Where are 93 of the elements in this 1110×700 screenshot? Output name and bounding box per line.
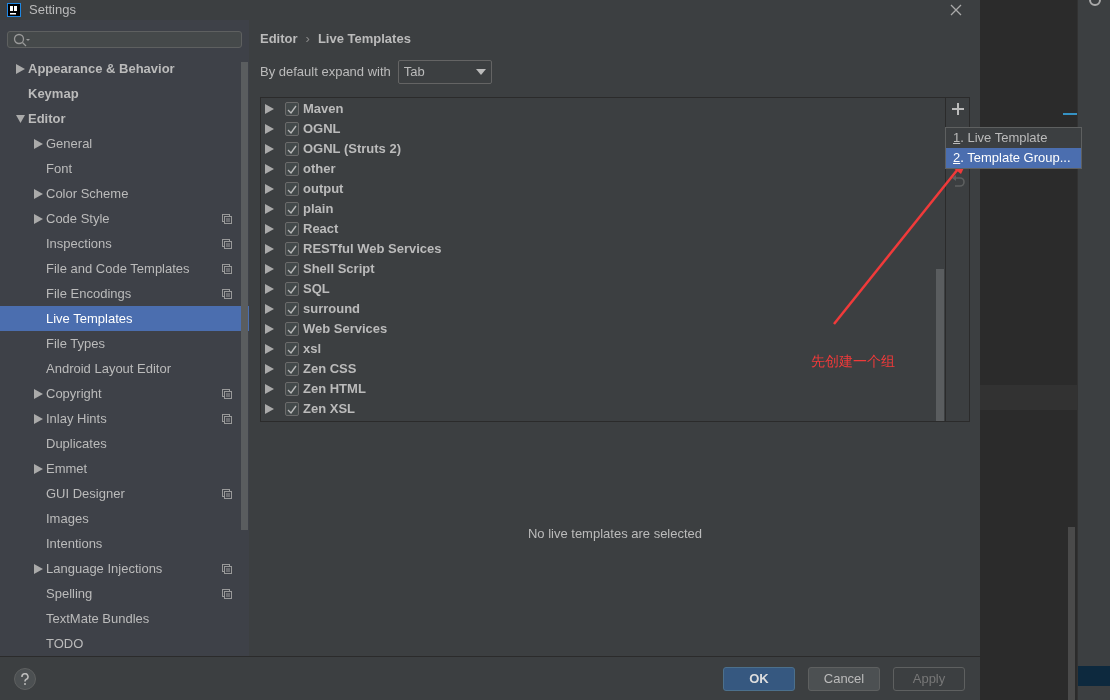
collapsed-arrow-icon[interactable] bbox=[33, 563, 43, 574]
checkbox[interactable] bbox=[285, 142, 299, 156]
template-group-label: plain bbox=[303, 200, 334, 219]
template-group-label: Zen HTML bbox=[303, 380, 366, 399]
search-field[interactable] bbox=[7, 31, 242, 48]
collapsed-arrow-icon[interactable] bbox=[33, 138, 43, 149]
sidebar-item[interactable]: Spelling bbox=[0, 581, 249, 606]
template-group-label: OGNL (Struts 2) bbox=[303, 140, 401, 159]
collapsed-arrow-icon[interactable] bbox=[15, 63, 25, 74]
template-group-label: SQL bbox=[303, 280, 330, 299]
checkbox[interactable] bbox=[285, 282, 299, 296]
collapsed-arrow-icon[interactable] bbox=[33, 388, 43, 399]
empty-message: No live templates are selected bbox=[527, 525, 703, 544]
breadcrumb-item[interactable]: Editor bbox=[260, 29, 298, 49]
sidebar-item[interactable]: Android Layout Editor bbox=[0, 356, 249, 381]
dropdown-caret-icon bbox=[475, 69, 486, 75]
sidebar-item[interactable]: TODO bbox=[0, 631, 249, 656]
checkbox[interactable] bbox=[285, 362, 299, 376]
sidebar-item[interactable]: Editor bbox=[0, 106, 249, 131]
sidebar-item[interactable]: General bbox=[0, 131, 249, 156]
checkbox[interactable] bbox=[285, 342, 299, 356]
template-group-label: Maven bbox=[303, 100, 344, 119]
collapsed-arrow-icon[interactable] bbox=[33, 188, 43, 199]
sidebar-item[interactable]: Emmet bbox=[0, 456, 249, 481]
sidebar-item[interactable]: Images bbox=[0, 506, 249, 531]
sidebar-item[interactable]: Font bbox=[0, 156, 249, 181]
checkbox[interactable] bbox=[285, 122, 299, 136]
search-icon bbox=[13, 32, 31, 47]
add-icon[interactable] bbox=[951, 103, 964, 115]
dialog-button[interactable]: Cancel bbox=[808, 666, 880, 691]
expand-with-dropdown[interactable]: Tab bbox=[397, 60, 492, 84]
checkbox[interactable] bbox=[285, 402, 299, 416]
help-button[interactable] bbox=[14, 667, 36, 690]
undo-icon[interactable] bbox=[950, 175, 965, 189]
checkbox[interactable] bbox=[285, 162, 299, 176]
expand-with-label: By default expand with bbox=[260, 63, 391, 82]
app-logo-icon bbox=[7, 3, 21, 17]
menu-item[interactable]: 2. Template Group... bbox=[946, 148, 1081, 168]
sidebar-item[interactable]: Inspections bbox=[0, 231, 249, 256]
refresh-icon[interactable] bbox=[1088, 0, 1102, 8]
checkbox[interactable] bbox=[285, 302, 299, 316]
close-button[interactable] bbox=[948, 2, 964, 18]
template-group-label: output bbox=[303, 180, 344, 199]
sidebar-item[interactable]: Intentions bbox=[0, 531, 249, 556]
sidebar-item[interactable]: Color Scheme bbox=[0, 181, 249, 206]
collapsed-arrow-icon[interactable] bbox=[33, 213, 43, 224]
template-group-label: surround bbox=[303, 300, 361, 319]
template-group-label: RESTful Web Services bbox=[303, 240, 442, 259]
sidebar-item[interactable]: File Types bbox=[0, 331, 249, 356]
dialog-button[interactable]: OK bbox=[723, 666, 795, 691]
checkbox[interactable] bbox=[285, 202, 299, 216]
sidebar-item[interactable]: File Encodings bbox=[0, 281, 249, 306]
sidebar-item[interactable]: Language Injections bbox=[0, 556, 249, 581]
window-title: Settings bbox=[29, 1, 76, 20]
template-group-label: Zen XSL bbox=[303, 400, 355, 419]
annotation-text: 先创建一个组 bbox=[811, 352, 895, 371]
marker-line bbox=[1063, 113, 1077, 115]
checkbox[interactable] bbox=[285, 262, 299, 276]
template-group-label: Shell Script bbox=[303, 260, 375, 279]
template-group-label: Zen CSS bbox=[303, 360, 357, 379]
sidebar-item[interactable]: Keymap bbox=[0, 81, 249, 106]
expanded-arrow-icon[interactable] bbox=[15, 113, 25, 124]
template-group-label: OGNL bbox=[303, 120, 341, 139]
menu-item[interactable]: 1. Live Template bbox=[946, 128, 1081, 148]
checkbox[interactable] bbox=[285, 182, 299, 196]
checkbox[interactable] bbox=[285, 222, 299, 236]
sidebar-item[interactable]: Inlay Hints bbox=[0, 406, 249, 431]
sidebar-item[interactable]: File and Code Templates bbox=[0, 256, 249, 281]
sidebar-scrollbar[interactable] bbox=[241, 62, 248, 530]
checkbox[interactable] bbox=[285, 322, 299, 336]
sidebar-item[interactable]: TextMate Bundles bbox=[0, 606, 249, 631]
sidebar-item[interactable]: GUI Designer bbox=[0, 481, 249, 506]
template-group-label: other bbox=[303, 160, 336, 179]
help-icon bbox=[20, 672, 30, 685]
list-scrollbar[interactable] bbox=[936, 269, 944, 421]
sidebar-item[interactable]: Code Style bbox=[0, 206, 249, 231]
breadcrumb-separator: › bbox=[305, 30, 310, 49]
collapsed-arrow-icon[interactable] bbox=[33, 463, 43, 474]
sidebar-item[interactable]: Live Templates bbox=[0, 306, 249, 331]
template-group-label: Web Services bbox=[303, 320, 388, 339]
status-highlight bbox=[1078, 666, 1110, 686]
checkbox[interactable] bbox=[285, 102, 299, 116]
template-group-label: React bbox=[303, 220, 339, 239]
checkbox[interactable] bbox=[285, 382, 299, 396]
checkbox[interactable] bbox=[285, 242, 299, 256]
breadcrumb-item: Live Templates bbox=[317, 30, 411, 49]
close-icon bbox=[950, 4, 962, 16]
sidebar-item[interactable]: Copyright bbox=[0, 381, 249, 406]
sidebar-item[interactable]: Duplicates bbox=[0, 431, 249, 456]
template-group-label: xsl bbox=[303, 340, 322, 359]
sidebar-item[interactable]: Appearance & Behavior bbox=[0, 56, 249, 81]
collapsed-arrow-icon[interactable] bbox=[33, 413, 43, 424]
scrollbar-thumb[interactable] bbox=[1068, 527, 1075, 700]
